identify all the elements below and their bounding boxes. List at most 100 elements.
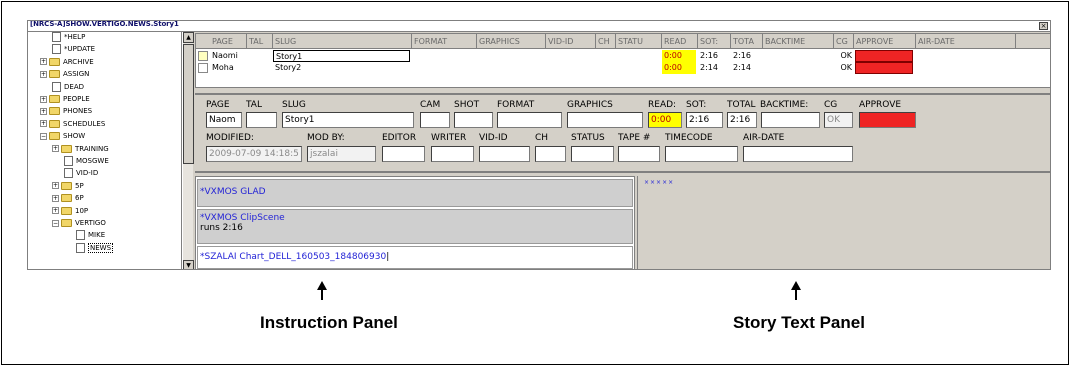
label-page: PAGE	[206, 100, 230, 110]
backtime-field[interactable]	[761, 112, 820, 128]
page-field[interactable]: Naom	[206, 112, 242, 128]
grid-column-header[interactable]: FORMAT	[412, 34, 477, 49]
close-button[interactable]: ×	[1039, 22, 1048, 30]
instruction-item[interactable]: *VXMOS GLAD	[197, 179, 633, 207]
expand-icon[interactable]: +	[52, 207, 59, 215]
tal-field[interactable]	[246, 112, 277, 128]
format-field[interactable]	[497, 112, 562, 128]
expand-icon[interactable]: +	[52, 194, 59, 202]
cell-total[interactable]: 2:16	[731, 50, 763, 62]
cg-field[interactable]: OK	[824, 112, 853, 128]
row-marker[interactable]	[198, 63, 208, 73]
grid-column-header[interactable]: SOT:	[698, 34, 731, 49]
tree-item[interactable]: +10P	[52, 205, 88, 217]
row-marker[interactable]	[198, 51, 208, 61]
tree-item[interactable]: NEWS	[76, 242, 114, 254]
table-row[interactable]: Naomi Story1 0:00 2:16 2:16 OK	[196, 50, 1050, 62]
folder-icon	[61, 144, 72, 153]
grid-column-header[interactable]: TAL	[247, 34, 273, 49]
shot-field[interactable]	[454, 112, 493, 128]
label-airdate: AIR-DATE	[743, 133, 785, 143]
tree-item[interactable]: + PEOPLE	[40, 93, 90, 105]
read-field[interactable]: 0:00	[648, 112, 682, 128]
tree-item[interactable]: + TRAINING	[52, 143, 109, 155]
cell-total[interactable]: 2:14	[731, 62, 763, 74]
grid-column-header[interactable]: PAGE	[210, 34, 247, 49]
cell-sot[interactable]: 2:16	[698, 50, 730, 62]
cell-page[interactable]: Moha	[210, 62, 247, 74]
story-text-panel[interactable]: ×××××	[637, 176, 1050, 269]
cell-read[interactable]: 0:00	[662, 62, 696, 74]
grid-column-header[interactable]: TOTA	[731, 34, 763, 49]
grid-column-header[interactable]: CH	[596, 34, 616, 49]
editor-field[interactable]	[382, 146, 425, 162]
cell-cg[interactable]: OK	[834, 62, 854, 74]
tree-item[interactable]: +6P	[52, 192, 84, 204]
grid-column-header[interactable]: SLUG	[273, 34, 412, 49]
grid-column-header[interactable]: STATU	[616, 34, 662, 49]
sot-field[interactable]: 2:16	[686, 112, 723, 128]
grid-column-header[interactable]: BACKTIME	[763, 34, 834, 49]
approve-field[interactable]	[859, 112, 916, 128]
cell-approve[interactable]	[855, 50, 913, 62]
expand-icon[interactable]: +	[40, 120, 47, 128]
grid-column-header[interactable]: READ	[662, 34, 698, 49]
cell-cg[interactable]: OK	[834, 50, 854, 62]
grid-column-header[interactable]: CG	[834, 34, 854, 49]
grid-column-header[interactable]: APPROVE	[854, 34, 916, 49]
label-sot: SOT:	[686, 100, 707, 110]
collapse-icon[interactable]: −	[52, 219, 59, 227]
grid-column-header[interactable]: GRAPHICS	[477, 34, 546, 49]
timecode-field[interactable]	[665, 146, 738, 162]
tree-item[interactable]: + PHONES	[40, 105, 92, 117]
cell-slug[interactable]: Story1	[273, 50, 410, 62]
scroll-down-button[interactable]: ▼	[183, 260, 194, 269]
tree-item[interactable]: + ASSIGN	[40, 68, 89, 80]
grid-column-header[interactable]: AIR-DATE	[916, 34, 1016, 49]
tree-item[interactable]: + ARCHIVE	[40, 56, 94, 68]
expand-icon[interactable]: +	[40, 70, 47, 78]
tree-scrollbar[interactable]: ▲ ▼	[182, 32, 194, 269]
scroll-up-button[interactable]: ▲	[183, 32, 194, 43]
scroll-thumb[interactable]	[183, 44, 194, 164]
tree-item[interactable]: − SHOW	[40, 130, 85, 142]
tree-item[interactable]: MIKE	[76, 229, 105, 241]
expand-icon[interactable]: +	[40, 95, 47, 103]
total-field[interactable]: 2:16	[727, 112, 757, 128]
cell-sot[interactable]: 2:14	[698, 62, 730, 74]
instruction-item[interactable]: *VXMOS ClipScene runs 2:16	[197, 209, 633, 244]
tree-item[interactable]: *UPDATE	[52, 43, 95, 55]
cell-page[interactable]: Naomi	[210, 50, 247, 62]
airdate-field[interactable]	[743, 146, 853, 162]
grid-column-header[interactable]: VID-ID	[546, 34, 596, 49]
instruction-item[interactable]: *SZALAI Chart_DELL_160503_184806930|	[197, 246, 633, 269]
modby-field[interactable]: jszalai	[307, 146, 376, 162]
table-row[interactable]: Moha Story2 0:00 2:14 2:14 OK	[196, 62, 1050, 74]
ch-field[interactable]	[535, 146, 566, 162]
cell-slug[interactable]: Story2	[273, 62, 410, 74]
status-field[interactable]	[571, 146, 614, 162]
tree-item[interactable]: MOSGWE	[64, 155, 109, 167]
writer-field[interactable]	[431, 146, 474, 162]
tree-item[interactable]: + SCHEDULES	[40, 118, 105, 130]
graphics-field[interactable]	[567, 112, 643, 128]
label-timecode: TIMECODE	[665, 133, 713, 143]
cell-read[interactable]: 0:00	[662, 50, 696, 62]
modified-field[interactable]: 2009-07-09 14:18:5	[206, 146, 302, 162]
tree-item[interactable]: DEAD	[52, 81, 84, 93]
expand-icon[interactable]: +	[52, 182, 59, 190]
expand-icon[interactable]: +	[40, 58, 47, 66]
tree-item[interactable]: − VERTIGO	[52, 217, 106, 229]
expand-icon[interactable]: +	[52, 145, 59, 153]
tree-item[interactable]: +5P	[52, 180, 84, 192]
expand-icon[interactable]: +	[40, 107, 47, 115]
folder-icon	[61, 206, 72, 215]
cam-field[interactable]	[420, 112, 450, 128]
slug-field[interactable]: Story1	[282, 112, 414, 128]
tape-field[interactable]	[618, 146, 660, 162]
cell-approve[interactable]	[855, 62, 913, 74]
tree-item[interactable]: *HELP	[52, 32, 85, 43]
collapse-icon[interactable]: −	[40, 132, 47, 140]
vidid-field[interactable]	[479, 146, 530, 162]
tree-item[interactable]: VID-ID	[64, 167, 98, 179]
